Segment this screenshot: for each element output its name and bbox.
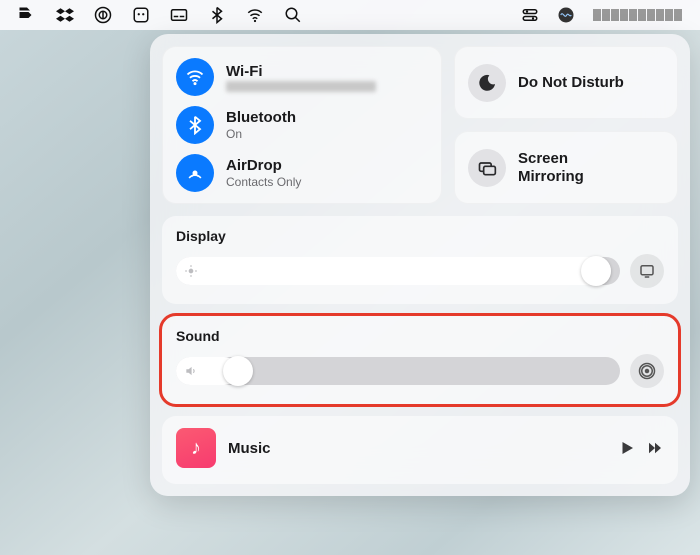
airdrop-text: AirDrop Contacts Only xyxy=(226,157,301,189)
menubar-text-redacted xyxy=(593,9,682,21)
dropbox-icon[interactable] xyxy=(56,6,74,24)
display-slider-fill xyxy=(176,257,611,285)
sound-slider[interactable] xyxy=(176,357,620,385)
menubar xyxy=(0,0,700,30)
wifi-text: Wi-Fi xyxy=(226,63,376,92)
display-slider[interactable] xyxy=(176,257,620,285)
onepassword-icon[interactable] xyxy=(94,6,112,24)
sound-slider-thumb[interactable] xyxy=(223,356,253,386)
brightness-low-icon xyxy=(184,264,198,278)
bluetooth-icon xyxy=(176,106,214,144)
sound-title: Sound xyxy=(176,328,664,344)
menubar-left xyxy=(18,6,499,24)
sound-section: Sound xyxy=(162,316,678,404)
airdrop-icon xyxy=(176,154,214,192)
wifi-title: Wi-Fi xyxy=(226,63,376,81)
right-col: Do Not Disturb Screen Mirroring xyxy=(454,46,678,204)
display-title: Display xyxy=(176,228,664,244)
screen-mirroring-icon xyxy=(468,149,506,187)
wifi-icon[interactable] xyxy=(246,6,264,24)
display-slider-thumb[interactable] xyxy=(581,256,611,286)
dnd-tile[interactable]: Do Not Disturb xyxy=(454,46,678,119)
wifi-toggle[interactable]: Wi-Fi xyxy=(176,58,428,96)
connectivity-tile: Wi-Fi Bluetooth On AirDrop xyxy=(162,46,442,204)
airdrop-toggle[interactable]: AirDrop Contacts Only xyxy=(176,154,428,192)
moon-icon xyxy=(468,64,506,102)
sound-output-button[interactable] xyxy=(630,354,664,388)
control-center-icon[interactable] xyxy=(521,6,539,24)
pass-icon[interactable] xyxy=(18,6,36,24)
screen-mirroring-tile[interactable]: Screen Mirroring xyxy=(454,131,678,204)
bluetooth-icon[interactable] xyxy=(208,6,226,24)
dnd-label: Do Not Disturb xyxy=(518,74,624,92)
bluetooth-title: Bluetooth xyxy=(226,109,296,127)
music-app-icon: ♪ xyxy=(176,428,216,468)
bluetooth-sub: On xyxy=(226,127,296,141)
music-tile[interactable]: ♪ Music xyxy=(162,416,678,484)
display-section: Display xyxy=(162,216,678,304)
display-output-button[interactable] xyxy=(630,254,664,288)
airdrop-title: AirDrop xyxy=(226,157,301,175)
play-icon[interactable] xyxy=(618,439,636,457)
control-center-panel: Wi-Fi Bluetooth On AirDrop xyxy=(150,34,690,496)
display-slider-row xyxy=(176,254,664,288)
screen-mirroring-label: Screen Mirroring xyxy=(518,150,628,186)
bluetooth-text: Bluetooth On xyxy=(226,109,296,141)
sound-slider-row xyxy=(176,354,664,388)
subtitle-icon[interactable] xyxy=(170,6,188,24)
next-icon[interactable] xyxy=(646,439,664,457)
search-icon[interactable] xyxy=(284,6,302,24)
music-controls xyxy=(618,439,664,457)
menubar-right xyxy=(521,6,682,24)
airdrop-sub: Contacts Only xyxy=(226,175,301,189)
volume-low-icon xyxy=(184,364,198,378)
app-icon[interactable] xyxy=(132,6,150,24)
bluetooth-toggle[interactable]: Bluetooth On xyxy=(176,106,428,144)
wifi-icon xyxy=(176,58,214,96)
wifi-network-redacted xyxy=(226,81,376,92)
cc-top-row: Wi-Fi Bluetooth On AirDrop xyxy=(162,46,678,204)
music-title: Music xyxy=(228,440,606,457)
siri-icon[interactable] xyxy=(557,6,575,24)
